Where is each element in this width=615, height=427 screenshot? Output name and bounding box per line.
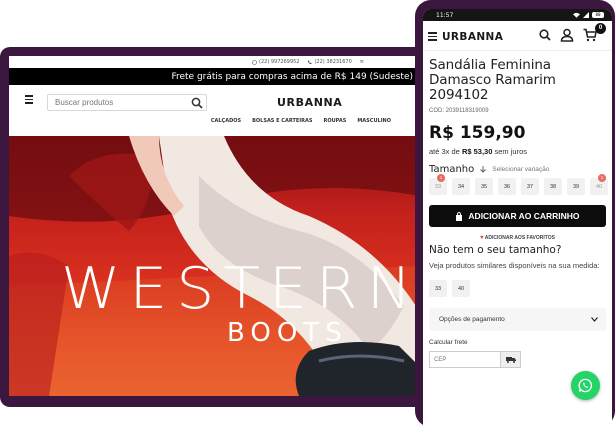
desktop-logo[interactable]: URBANNA — [277, 96, 342, 109]
truck-icon — [505, 357, 516, 363]
phone-search-icon[interactable] — [538, 28, 552, 42]
installments-text: até 3x de R$ 53,30 sem juros — [429, 147, 606, 156]
topbar-menu-glyph[interactable]: ≡ — [360, 59, 364, 65]
product-price: R$ 159,90 — [429, 123, 526, 143]
installments-suffix: sem juros — [494, 147, 528, 156]
size-header: Tamanho Selecionar variação — [429, 164, 606, 175]
hamburger-menu-icon[interactable] — [25, 95, 33, 106]
add-to-cart-button[interactable]: ADICIONAR AO CARRINHO — [429, 205, 606, 227]
signal-icon — [583, 12, 589, 18]
topbar-phone2-text: (22) 38231670 — [314, 59, 352, 65]
product-sku: COD: 2039118319009 — [429, 108, 489, 114]
similar-size-33[interactable]: 33 — [429, 280, 447, 297]
desktop-header: Buscar produtos URBANNA — [9, 85, 419, 115]
size-34-label: 34 — [457, 183, 465, 190]
size-option-36[interactable]: 36 — [498, 178, 516, 195]
size-39-label: 39 — [572, 183, 580, 190]
whatsapp-button[interactable] — [571, 371, 600, 400]
phone-hamburger-icon[interactable] — [428, 32, 437, 43]
nav-item-roupas[interactable]: ROUPAS — [323, 118, 346, 124]
phone-logo[interactable]: URBANNA — [442, 31, 503, 43]
phone-frame: 11:57 88 URBANNA 0 Sandália Feminina Dam… — [415, 0, 615, 427]
hero-title: WESTERN — [61, 255, 419, 323]
similar-size-options: 33 40 — [429, 280, 606, 297]
similar-size-40[interactable]: 40 — [452, 280, 470, 297]
whatsapp-small-icon — [252, 59, 257, 65]
installments-value: R$ 53,30 — [461, 147, 493, 156]
size-37-label: 37 — [526, 183, 534, 190]
desktop-category-nav: CALÇADOS BOLSAS E CARTEIRAS ROUPAS MASCU… — [9, 115, 419, 127]
status-time: 11:57 — [436, 11, 454, 19]
nav-item-masculino[interactable]: MASCULINO — [357, 118, 391, 124]
size-36-label: 36 — [503, 183, 511, 190]
size-label: Tamanho — [429, 164, 475, 175]
cep-row: CEP — [429, 351, 606, 368]
size-option-34[interactable]: 34 — [452, 178, 470, 195]
no-size-description: Veja produtos similares disponíveis na s… — [429, 261, 600, 270]
size-33-label: 33 — [434, 183, 442, 190]
topbar-phone1[interactable]: (22) 997269952 — [252, 59, 299, 65]
cep-input[interactable]: CEP — [429, 351, 501, 368]
hero-subtitle: BOOTS — [227, 318, 348, 348]
search-placeholder: Buscar produtos — [55, 98, 114, 107]
no-size-title: Não tem o seu tamanho? — [429, 244, 562, 256]
cart-count-badge: 0 — [595, 23, 606, 34]
shopping-bag-icon — [456, 211, 463, 221]
phone-screen: 11:57 88 URBANNA 0 Sandália Feminina Dam… — [423, 9, 612, 427]
size-option-38[interactable]: 38 — [544, 178, 562, 195]
desktop-topbar: (22) 997269952 (22) 38231670 ≡ — [9, 56, 419, 68]
size-hint: Selecionar variação — [492, 166, 550, 173]
size-option-40[interactable]: 40 1 — [590, 174, 608, 195]
size-33-badge: 1 — [437, 174, 445, 182]
calc-freight-label: Calcular frete — [429, 339, 468, 346]
nav-item-calcados[interactable]: CALÇADOS — [211, 118, 241, 124]
add-to-cart-label: ADICIONAR AO CARRINHO — [468, 211, 580, 221]
favorites-label: ADICIONAR AOS FAVORITOS — [484, 235, 555, 241]
search-icon[interactable] — [191, 97, 203, 109]
whatsapp-icon — [578, 378, 593, 393]
hero-banner[interactable]: WESTERN BOOTS — [9, 136, 419, 396]
topbar-phone1-text: (22) 997269952 — [259, 59, 300, 65]
search-input[interactable]: Buscar produtos — [47, 94, 207, 111]
battery-icon: 88 — [592, 12, 604, 18]
size-options: 33 1 34 35 36 37 38 39 40 1 — [429, 174, 609, 195]
size-35-label: 35 — [480, 183, 488, 190]
size-40-label: 40 — [595, 183, 603, 190]
account-icon[interactable] — [560, 28, 574, 42]
phone-small-icon — [308, 60, 312, 64]
desktop-screen: (22) 997269952 (22) 38231670 ≡ Frete grá… — [9, 56, 419, 396]
payment-options-label: Opções de pagamento — [439, 316, 505, 323]
wifi-icon — [573, 12, 580, 18]
promo-banner: Frete grátis para compras acima de R$ 14… — [9, 68, 419, 85]
calc-freight-button[interactable] — [501, 351, 521, 368]
add-to-favorites-link[interactable]: ♥ ADICIONAR AOS FAVORITOS — [429, 235, 606, 241]
size-38-label: 38 — [549, 183, 557, 190]
chevron-down-icon — [591, 317, 598, 322]
phone-header: URBANNA 0 — [423, 21, 612, 51]
heart-icon: ♥ — [480, 235, 484, 241]
phone-status-bar: 11:57 88 — [423, 9, 612, 21]
nav-item-bolsas[interactable]: BOLSAS E CARTEIRAS — [252, 118, 312, 124]
size-option-39[interactable]: 39 — [567, 178, 585, 195]
size-option-37[interactable]: 37 — [521, 178, 539, 195]
status-indicators: 88 — [573, 12, 604, 18]
arrow-down-icon — [480, 166, 487, 173]
product-title: Sandália Feminina Damasco Ramarim 209410… — [429, 57, 556, 103]
product-details: Sandália Feminina Damasco Ramarim 209410… — [423, 58, 612, 368]
installments-prefix: até 3x de — [429, 147, 460, 156]
size-option-33[interactable]: 33 1 — [429, 174, 447, 195]
payment-options-dropdown[interactable]: Opções de pagamento — [429, 308, 606, 331]
size-40-badge: 1 — [598, 174, 606, 182]
topbar-phone2[interactable]: (22) 38231670 — [307, 59, 352, 65]
size-option-35[interactable]: 35 — [475, 178, 493, 195]
desktop-frame: (22) 997269952 (22) 38231670 ≡ Frete grá… — [0, 47, 430, 407]
